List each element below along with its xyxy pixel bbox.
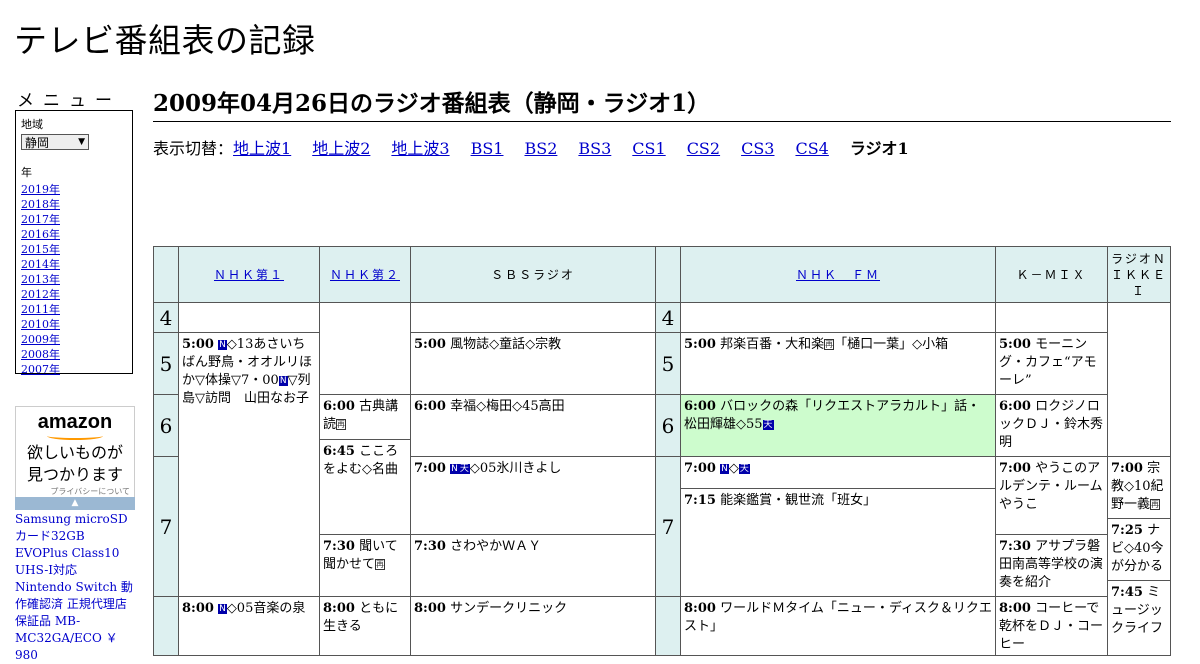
header-nhk1[interactable]: ＮＨＫ第１ bbox=[178, 246, 320, 303]
program-kmix-0500[interactable]: 5:00 モーニング・カフェ“アモーレ” bbox=[995, 332, 1108, 395]
empty-cell bbox=[1107, 302, 1171, 457]
program-nhk1-0500[interactable]: 5:00 N◇13あさいちばん野鳥・オオルリほか▽体操▽7・00N▽列島▽訪問 … bbox=[178, 332, 320, 597]
header-nikkei: ラジオＮＩＫＫＥＩ bbox=[1107, 246, 1171, 303]
switcher-link[interactable]: BS1 bbox=[471, 139, 504, 158]
year-link[interactable]: 2009年 bbox=[21, 332, 127, 347]
hour-7-b: 7 bbox=[655, 456, 681, 597]
program-nhk2-0600[interactable]: 6:00 古典講読再 bbox=[319, 394, 411, 440]
year-link[interactable]: 2016年 bbox=[21, 227, 127, 242]
year-link[interactable]: 2008年 bbox=[21, 347, 127, 362]
region-select[interactable]: 静岡 ▼ bbox=[21, 134, 89, 150]
year-link[interactable]: 2014年 bbox=[21, 257, 127, 272]
year-link[interactable]: 2019年 bbox=[21, 182, 127, 197]
year-link[interactable]: 2012年 bbox=[21, 287, 127, 302]
switcher-link[interactable]: CS1 bbox=[632, 139, 665, 158]
switcher-link[interactable]: BS3 bbox=[578, 139, 611, 158]
dropdown-arrow-icon: ▼ bbox=[78, 137, 85, 147]
ad-copy: 欲しいものが 見つかります bbox=[16, 442, 134, 486]
program-fm-0715[interactable]: 7:15 能楽鑑賞・観世流「班女」 bbox=[680, 488, 996, 597]
site-title: テレビ番組表の記録 bbox=[14, 21, 316, 60]
switcher-link[interactable]: CS3 bbox=[741, 139, 774, 158]
switcher-link[interactable]: BS2 bbox=[524, 139, 557, 158]
ad-copy-line1: 欲しいものが bbox=[26, 443, 123, 462]
switcher-label: 表示切替： bbox=[153, 139, 234, 158]
hour-6: 6 bbox=[153, 394, 179, 457]
year-list: 2019年 2018年 2017年 2016年 2015年 2014年 2013年 2012年… bbox=[21, 182, 127, 377]
program-grid: ＮＨＫ第１ ＮＨＫ第２ ＳＢＳラジオ ＮＨＫ ＦＭ Ｋ－ＭＩＸ ラジオＮＩＫＫＥ… bbox=[153, 246, 1171, 656]
header-nhkfm[interactable]: ＮＨＫ ＦＭ bbox=[680, 246, 996, 303]
hour-7: 7 bbox=[153, 456, 179, 597]
header-sbs: ＳＢＳラジオ bbox=[410, 246, 656, 303]
switcher-link[interactable]: CS2 bbox=[687, 139, 720, 158]
menu-box: 地域 静岡 ▼ 年 2019年 2018年 2017年 2016年 2015年 2014年… bbox=[15, 110, 133, 377]
hour-8 bbox=[153, 596, 179, 656]
hour-6-b: 6 bbox=[655, 394, 681, 457]
program-kmix-0800[interactable]: 8:00 コーヒーで乾杯をＤＪ・コーヒー bbox=[995, 596, 1108, 656]
program-nikkei-0745[interactable]: 7:45 ミュージックライフ bbox=[1107, 580, 1171, 656]
corner-cell-2 bbox=[655, 246, 681, 303]
program-nhk1-0800[interactable]: 8:00 N◇05音楽の泉 bbox=[178, 596, 320, 656]
year-link[interactable]: 2010年 bbox=[21, 317, 127, 332]
program-nhk2-0800[interactable]: 8:00 ともに生きる bbox=[319, 596, 411, 656]
year-label: 年 bbox=[21, 166, 32, 179]
program-kmix-0730[interactable]: 7:30 アサプラ磐田南高等学校の演奏を紹介 bbox=[995, 534, 1108, 597]
program-nhk2-0645[interactable]: 6:45 こころをよむ◇名曲 bbox=[319, 439, 411, 535]
amazon-logo: amazon bbox=[37, 411, 113, 433]
program-fm-0500[interactable]: 5:00 邦楽百番・大和楽再「樋口一葉」◇小箱 bbox=[680, 332, 996, 395]
program-sbs-0600[interactable]: 6:00 幸福◇梅田◇45高田 bbox=[410, 394, 656, 457]
ad-copy-line2: 見つかります bbox=[26, 465, 123, 484]
hour-5-b: 5 bbox=[655, 332, 681, 395]
header-nhk2[interactable]: ＮＨＫ第２ bbox=[319, 246, 411, 303]
year-link[interactable]: 2013年 bbox=[21, 272, 127, 287]
corner-cell bbox=[153, 246, 179, 303]
hour-5: 5 bbox=[153, 332, 179, 395]
program-kmix-0600[interactable]: 6:00 ロクジノロックＤＪ・鈴木秀明 bbox=[995, 394, 1108, 457]
empty-cell bbox=[319, 302, 411, 395]
empty-cell bbox=[178, 302, 320, 333]
program-kmix-0700[interactable]: 7:00 やうこのアルデンテ・ルーム やうこ bbox=[995, 456, 1108, 535]
menu-heading: メニュー bbox=[17, 91, 121, 111]
display-switcher: 表示切替：地上波1 地上波2 地上波3 BS1 BS2 BS3 CS1 CS2 CS3 CS4 ラジ… bbox=[153, 135, 909, 159]
year-link[interactable]: 2007年 bbox=[21, 362, 127, 377]
amazon-ad[interactable]: amazon 欲しいものが 見つかります プライバシーについて bbox=[15, 406, 135, 510]
year-link[interactable]: 2018年 bbox=[21, 197, 127, 212]
ad-collapse-bar[interactable]: ▲ bbox=[15, 497, 135, 510]
year-link[interactable]: 2015年 bbox=[21, 242, 127, 257]
hour-4-b: 4 bbox=[655, 302, 681, 333]
program-sbs-0730[interactable]: 7:30 さわやかＷＡＹ bbox=[410, 534, 656, 597]
switcher-link[interactable]: 地上波3 bbox=[391, 139, 449, 158]
program-sbs-0700[interactable]: 7:00 N 天◇05氷川きよし bbox=[410, 456, 656, 535]
switcher-link[interactable]: 地上波2 bbox=[312, 139, 370, 158]
program-nikkei-0725[interactable]: 7:25 ナビ◇40今が分かる bbox=[1107, 518, 1171, 581]
switcher-link[interactable]: 地上波1 bbox=[233, 139, 291, 158]
year-link[interactable]: 2017年 bbox=[21, 212, 127, 227]
region-value: 静岡 bbox=[25, 135, 50, 150]
product-link[interactable]: Samsung microSDカード32GB EVOPlus Class10 U… bbox=[15, 511, 137, 664]
program-fm-0700[interactable]: 7:00 N◇天 bbox=[680, 456, 996, 489]
switcher-current: ラジオ1 bbox=[849, 139, 909, 158]
program-fm-0800[interactable]: 8:00 ワールドＭタイム「ニュー・ディスク＆リクエスト」 bbox=[680, 596, 996, 656]
program-nikkei-0700[interactable]: 7:00 宗教◇10紀野一義再 bbox=[1107, 456, 1171, 519]
ad-privacy-link[interactable]: プライバシーについて bbox=[16, 486, 134, 497]
empty-cell bbox=[995, 302, 1108, 333]
hour-8-b bbox=[655, 596, 681, 656]
region-label: 地域 bbox=[21, 118, 43, 131]
program-fm-0600[interactable]: 6:00 バロックの森「リクエストアラカルト」話・松田輝雄◇55天 bbox=[680, 394, 996, 457]
program-sbs-0500[interactable]: 5:00 風物誌◇童話◇宗教 bbox=[410, 332, 656, 395]
empty-cell bbox=[410, 302, 656, 333]
hour-4: 4 bbox=[153, 302, 179, 333]
page-title: 2009年04月26日のラジオ番組表（静岡・ラジオ1） bbox=[153, 84, 1171, 122]
empty-cell bbox=[680, 302, 996, 333]
header-kmix: Ｋ－ＭＩＸ bbox=[995, 246, 1108, 303]
year-link[interactable]: 2011年 bbox=[21, 302, 127, 317]
program-sbs-0800[interactable]: 8:00 サンデークリニック bbox=[410, 596, 656, 656]
switcher-link[interactable]: CS4 bbox=[795, 139, 828, 158]
program-nhk2-0730[interactable]: 7:30 聞いて聞かせて再 bbox=[319, 534, 411, 597]
